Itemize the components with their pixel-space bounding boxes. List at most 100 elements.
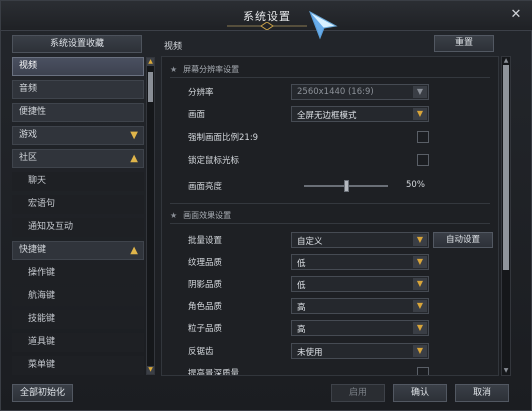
sidebar-item-label: 游戏 <box>19 130 38 140</box>
dropdown-value: 未使用 <box>297 348 323 358</box>
sidebar-subitem-notifications[interactable]: 通知及互动 <box>12 218 144 237</box>
resolution-dropdown[interactable]: 2560x1440 (16:9) ▼ <box>291 84 429 100</box>
group-header-effects: ★ 画面效果设置 <box>170 210 231 221</box>
sidebar-subitem-skill-keys[interactable]: 技能键 <box>12 310 144 329</box>
display-mode-dropdown[interactable]: 全屏无边框模式 ▼ <box>291 106 429 122</box>
settings-scrollbar[interactable]: ▲ ▼ <box>501 56 511 376</box>
lock-cursor-checkbox[interactable] <box>417 154 429 166</box>
row-brightness: 画面亮度 50% <box>188 178 494 195</box>
auto-setting-button[interactable]: 自动设置 <box>433 232 493 248</box>
row-label: 阴影品质 <box>188 280 223 290</box>
title-bar: 系统设置 ✕ <box>1 1 532 31</box>
brightness-value: 50% <box>406 180 425 190</box>
sidebar-subitem-macro[interactable]: 宏语句 <box>12 195 144 214</box>
brightness-slider-handle[interactable] <box>343 180 349 192</box>
row-label: 批量设置 <box>188 236 223 246</box>
sidebar-scrollbar[interactable]: ▲ ▼ <box>146 57 155 375</box>
close-icon[interactable]: ✕ <box>509 8 523 22</box>
row-label: 粒子品质 <box>188 324 223 334</box>
mouse-cursor-icon <box>309 10 338 40</box>
chevron-down-icon: ▼ <box>413 256 427 268</box>
particle-quality-dropdown[interactable]: 高 ▼ <box>291 320 429 336</box>
sidebar-item-label: 快捷键 <box>19 245 47 255</box>
sidebar-item-audio[interactable]: 音频 <box>12 80 144 99</box>
chevron-down-icon: ▼ <box>413 86 427 98</box>
sidebar-subitem-menu-keys[interactable]: 菜单键 <box>12 356 144 375</box>
sidebar-item-game[interactable]: 游戏 ▼ <box>12 126 144 145</box>
depth-of-field-checkbox[interactable] <box>417 367 429 375</box>
batch-setting-dropdown[interactable]: 自定义 ▼ <box>291 232 429 248</box>
sidebar-item-convenience[interactable]: 便捷性 <box>12 103 144 122</box>
cancel-button[interactable]: 取消 <box>455 384 509 402</box>
row-label: 画面 <box>188 110 206 120</box>
sidebar-subitem-action-keys[interactable]: 操作键 <box>12 264 144 283</box>
settings-panel: ★ 屏幕分辨率设置 分辨率 2560x1440 (16:9) ▼ 画面 全屏无边框… <box>161 56 499 376</box>
title-ornament-icon <box>227 22 307 30</box>
row-label: 强制画面比例21:9 <box>188 133 259 143</box>
sidebar-item-hotkeys[interactable]: 快捷键 ▲ <box>12 241 144 260</box>
row-display-mode: 画面 全屏无边框模式 ▼ <box>188 106 494 123</box>
apply-button[interactable]: 启用 <box>331 384 385 402</box>
group-title: 画面效果设置 <box>183 211 232 220</box>
chevron-up-icon: ▲ <box>130 245 138 256</box>
settings-scroll-thumb[interactable] <box>503 65 509 270</box>
chevron-down-icon: ▼ <box>413 345 427 357</box>
sidebar-item-community[interactable]: 社区 ▲ <box>12 149 144 168</box>
antialiasing-dropdown[interactable]: 未使用 ▼ <box>291 343 429 359</box>
scroll-down-icon[interactable]: ▼ <box>502 367 510 375</box>
sidebar-subitem-sailing-keys[interactable]: 航海键 <box>12 287 144 306</box>
character-quality-dropdown[interactable]: 高 ▼ <box>291 298 429 314</box>
group-header-screen: ★ 屏幕分辨率设置 <box>170 64 239 75</box>
row-force-ratio: 强制画面比例21:9 <box>188 129 494 146</box>
row-particle-quality: 粒子品质 高 ▼ <box>188 320 494 337</box>
row-depth-of-field: 提高景深质量 <box>188 365 494 375</box>
row-character-quality: 角色品质 高 ▼ <box>188 298 494 315</box>
scroll-up-icon[interactable]: ▲ <box>147 58 154 66</box>
force-ratio-checkbox[interactable] <box>417 131 429 143</box>
row-antialiasing: 反锯齿 未使用 ▼ <box>188 343 494 360</box>
dropdown-value: 2560x1440 (16:9) <box>297 87 374 97</box>
chevron-up-icon: ▲ <box>130 153 138 164</box>
sidebar-scroll-thumb[interactable] <box>148 72 153 102</box>
sidebar-subitem-chat[interactable]: 聊天 <box>12 172 144 191</box>
row-label: 反锯齿 <box>188 347 214 357</box>
divider <box>170 223 490 224</box>
star-icon[interactable]: ★ <box>170 65 177 74</box>
texture-quality-dropdown[interactable]: 低 ▼ <box>291 254 429 270</box>
chevron-down-icon: ▼ <box>413 234 427 246</box>
chevron-down-icon: ▼ <box>413 322 427 334</box>
sidebar-item-label: 便捷性 <box>19 107 47 117</box>
confirm-button[interactable]: 确认 <box>393 384 447 402</box>
scroll-up-icon[interactable]: ▲ <box>502 57 510 65</box>
shadow-quality-dropdown[interactable]: 低 ▼ <box>291 276 429 292</box>
star-icon[interactable]: ★ <box>170 211 177 220</box>
chevron-down-icon: ▼ <box>413 278 427 290</box>
dropdown-value: 高 <box>297 303 306 313</box>
row-batch-setting: 批量设置 自定义 ▼ 自动设置 <box>188 232 494 249</box>
reset-all-button[interactable]: 全部初始化 <box>12 384 73 402</box>
group-title: 屏幕分辨率设置 <box>183 65 240 74</box>
row-shadow-quality: 阴影品质 低 ▼ <box>188 276 494 293</box>
sidebar: 视频 音频 便捷性 游戏 ▼ 社区 ▲ 聊天 宏语句 通知及互动 快捷键 ▲ 操作键 … <box>12 57 144 375</box>
sidebar-item-video[interactable]: 视频 <box>12 57 144 76</box>
row-label: 分辨率 <box>188 88 214 98</box>
dropdown-value: 高 <box>297 325 306 335</box>
sidebar-item-label: 社区 <box>19 153 38 163</box>
chevron-down-icon: ▼ <box>413 300 427 312</box>
chevron-down-icon: ▼ <box>130 130 138 141</box>
row-label: 角色品质 <box>188 302 223 312</box>
row-texture-quality: 纹理品质 低 ▼ <box>188 254 494 271</box>
brightness-slider[interactable] <box>304 180 388 192</box>
dropdown-value: 自定义 <box>297 237 323 247</box>
settings-window: 系统设置 ✕ 系统设置收藏 视频 音频 便捷性 游戏 ▼ 社区 ▲ 聊天 宏语句 通… <box>0 0 532 411</box>
favorites-button[interactable]: 系统设置收藏 <box>12 35 142 53</box>
row-label: 纹理品质 <box>188 258 223 268</box>
sidebar-subitem-item-keys[interactable]: 道具键 <box>12 333 144 352</box>
reset-button[interactable]: 重置 <box>434 35 494 52</box>
scroll-down-icon[interactable]: ▼ <box>147 366 154 374</box>
divider <box>170 77 490 78</box>
divider <box>170 203 490 204</box>
section-title: 视频 <box>164 42 183 52</box>
sidebar-item-label: 视频 <box>19 61 38 71</box>
row-label: 锁定鼠标光标 <box>188 156 240 166</box>
